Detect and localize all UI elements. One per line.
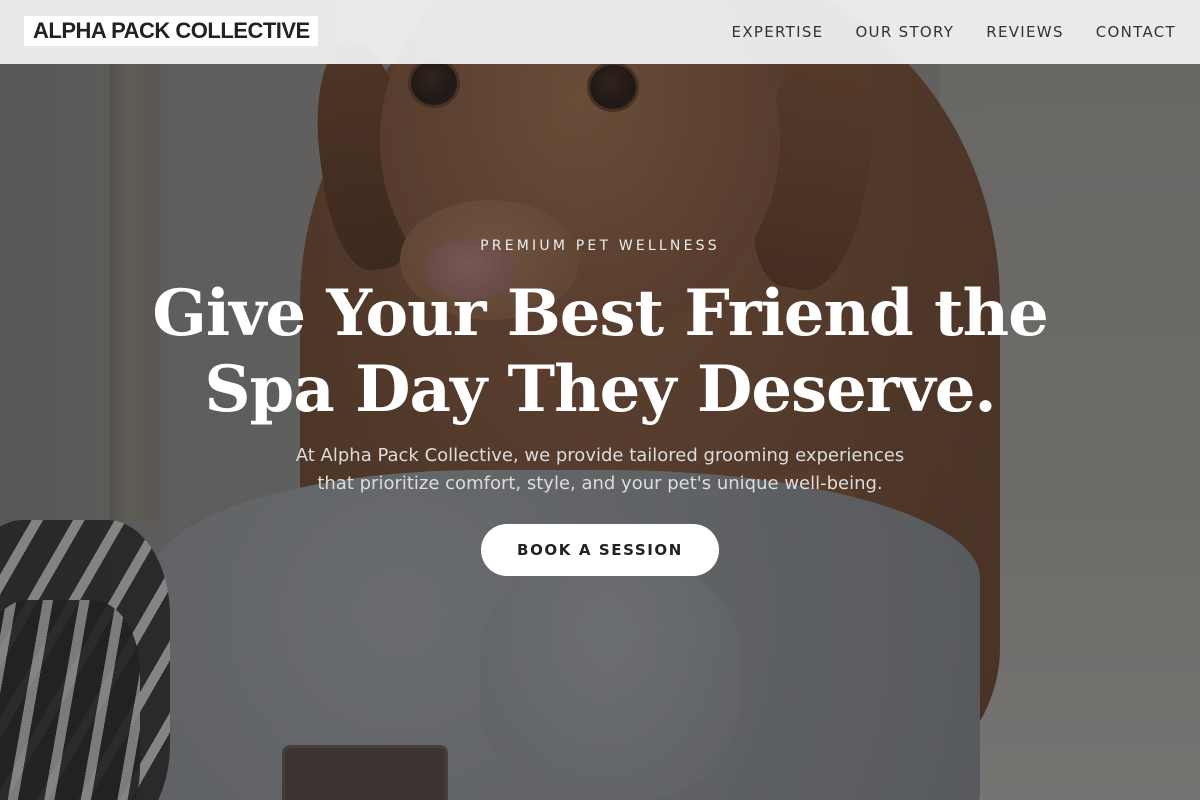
hero-headline-line-2: Spa Day They Deserve. <box>204 352 996 427</box>
main-nav: EXPERTISE OUR STORY REVIEWS CONTACT <box>732 0 1176 64</box>
site-header: ALPHA PACK COLLECTIVE EXPERTISE OUR STOR… <box>0 0 1200 64</box>
hero-headline-line-1: Give Your Best Friend the <box>152 276 1049 351</box>
hero-eyebrow: PREMIUM PET WELLNESS <box>480 238 720 254</box>
nav-item-our-story[interactable]: OUR STORY <box>855 23 954 41</box>
nav-item-contact[interactable]: CONTACT <box>1096 23 1176 41</box>
hero-description-line-1: At Alpha Pack Collective, we provide tai… <box>295 445 905 466</box>
site-logo[interactable]: ALPHA PACK COLLECTIVE <box>24 16 318 46</box>
hero-description: At Alpha Pack Collective, we provide tai… <box>270 442 930 498</box>
nav-item-reviews[interactable]: REVIEWS <box>986 23 1064 41</box>
hero-description-line-2: that prioritize comfort, style, and your… <box>317 473 883 494</box>
landing-page: ALPHA PACK COLLECTIVE EXPERTISE OUR STOR… <box>0 0 1200 800</box>
book-session-button[interactable]: BOOK A SESSION <box>481 524 719 576</box>
nav-item-expertise[interactable]: EXPERTISE <box>732 23 824 41</box>
hero-section: PREMIUM PET WELLNESS Give Your Best Frie… <box>0 0 1200 800</box>
hero-headline: Give Your Best Friend the Spa Day They D… <box>100 276 1100 428</box>
